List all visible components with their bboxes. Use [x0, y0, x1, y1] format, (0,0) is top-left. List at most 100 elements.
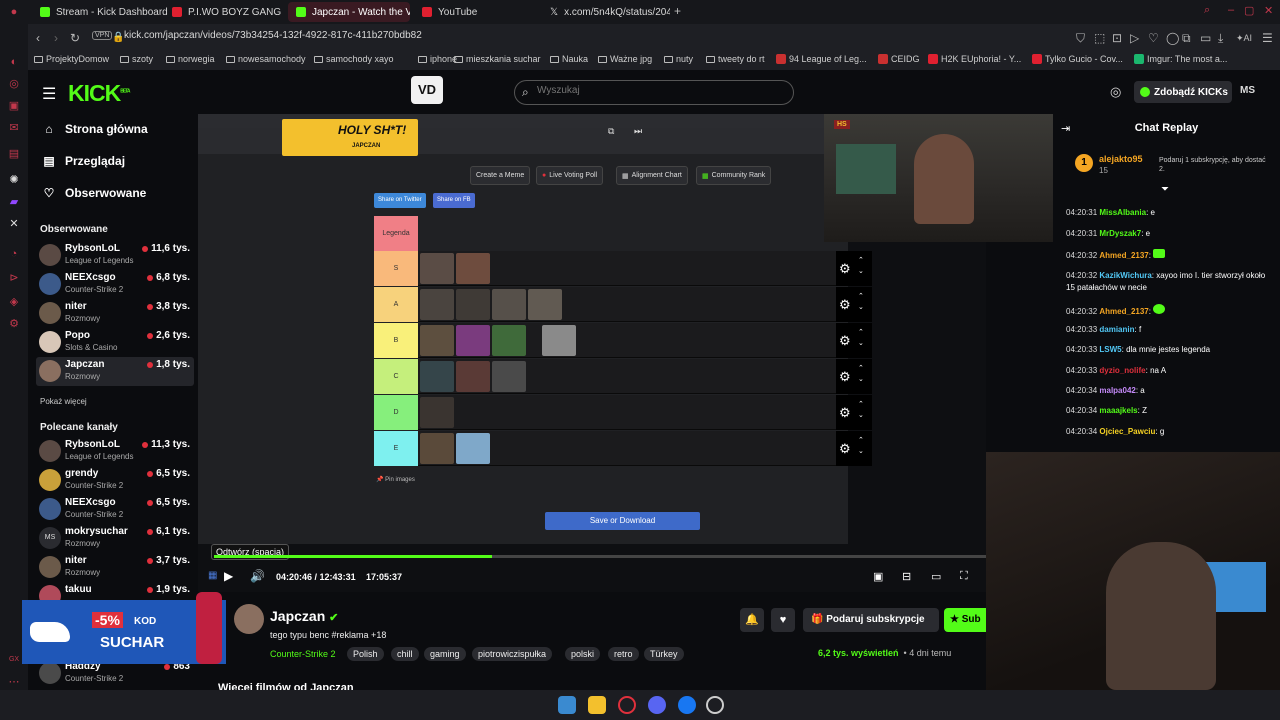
progress-bar[interactable]: [214, 555, 986, 558]
extensions-icon[interactable]: ⧉: [1182, 31, 1191, 46]
maximize-icon[interactable]: ▢: [1244, 4, 1254, 17]
bookmark-icon[interactable]: ⛉: [1076, 31, 1085, 46]
rail-icon[interactable]: ◐: [8, 56, 20, 68]
tier-image[interactable]: [420, 433, 454, 464]
community-rank-button[interactable]: ▦ Community Rank: [696, 166, 772, 185]
settings-icon[interactable]: ⚙: [8, 318, 20, 330]
nav-home[interactable]: ⌂ Strona główna: [43, 122, 147, 136]
streamer-name[interactable]: Japczan ✔: [270, 608, 338, 624]
tier-image[interactable]: [492, 361, 526, 392]
bookmark-item[interactable]: Imgur: The most a...: [1134, 54, 1227, 64]
tier-image[interactable]: [492, 289, 526, 320]
category-link[interactable]: Counter-Strike 2: [270, 649, 336, 659]
more-icon[interactable]: ⋯: [8, 676, 20, 688]
wallet-icon[interactable]: ▭: [1200, 31, 1211, 45]
hamburger-menu-icon[interactable]: ☰: [42, 84, 56, 104]
create-meme-button[interactable]: Create a Meme: [470, 166, 531, 185]
tag[interactable]: piotrowiczispułka: [472, 647, 553, 661]
rail-icon[interactable]: ▣: [8, 100, 20, 112]
sponsor-ad[interactable]: -5% KOD SUCHAR: [22, 592, 226, 664]
tier-image[interactable]: [456, 433, 490, 464]
share-fb-button[interactable]: Share on FB: [433, 193, 475, 208]
bookmark-item[interactable]: nuty: [664, 54, 693, 64]
new-tab-icon[interactable]: +: [674, 4, 681, 18]
tab-youtube-gang[interactable]: P.I.WO BOYZ GANG - SZO: [164, 2, 284, 22]
tier-image[interactable]: [456, 289, 490, 320]
reorder-arrows-icon[interactable]: ⌃ ⌄: [858, 363, 864, 385]
followed-channel[interactable]: NEEXcsgo Counter-Strike 2 6,8 tys.: [36, 270, 194, 299]
followed-channel[interactable]: niter Rozmowy 3,8 tys.: [36, 299, 194, 328]
vpn-badge[interactable]: VPN: [92, 31, 113, 40]
rail-icon[interactable]: ◈: [8, 296, 20, 308]
bookmark-item[interactable]: ProjektyDomow: [34, 54, 109, 64]
tier-image[interactable]: [420, 361, 454, 392]
rail-icon[interactable]: ▤: [8, 148, 20, 160]
sync-icon[interactable]: ◎: [1110, 84, 1121, 100]
live-voting-poll-button[interactable]: ● Live Voting Poll: [536, 166, 604, 185]
app-icon[interactable]: [706, 696, 724, 714]
bookmark-item[interactable]: szoty: [120, 54, 153, 64]
reload-icon[interactable]: ↻: [70, 31, 80, 45]
gear-icon[interactable]: ⚙: [839, 405, 851, 421]
followed-channel-active[interactable]: Japczan Rozmowy 1,8 tys.: [36, 357, 194, 386]
recommended-channel[interactable]: MS mokrysuchar Rozmowy 6,1 tys.: [36, 524, 194, 553]
forward-icon[interactable]: ›: [54, 31, 58, 45]
subscribe-button[interactable]: ★ Sub: [944, 608, 986, 632]
bookmark-item[interactable]: norwegia: [166, 54, 215, 64]
follow-heart-icon[interactable]: ♥: [771, 608, 795, 632]
gear-icon[interactable]: ⚙: [839, 369, 851, 385]
tab-youtube[interactable]: YouTube: [414, 2, 534, 22]
tier-image[interactable]: [420, 325, 454, 356]
discord-icon[interactable]: [648, 696, 666, 714]
alignment-chart-button[interactable]: ▦ Alignment Chart: [616, 166, 688, 185]
heart-icon[interactable]: ♡: [1148, 31, 1159, 45]
tier-image[interactable]: [420, 253, 454, 284]
tag[interactable]: polski: [565, 647, 601, 661]
opera-gx-icon[interactable]: [618, 696, 636, 714]
show-more-link[interactable]: Pokaż więcej: [40, 397, 87, 406]
bookmark-item[interactable]: mieszkania suchar: [454, 54, 541, 64]
tier-image[interactable]: [542, 325, 576, 356]
tag[interactable]: chill: [391, 647, 419, 661]
tier-image[interactable]: [492, 325, 526, 356]
followed-channel[interactable]: Popo Slots & Casino 2,6 tys.: [36, 328, 194, 357]
gear-icon[interactable]: ⚙: [839, 261, 851, 277]
gear-icon[interactable]: ⚙: [839, 297, 851, 313]
reorder-arrows-icon[interactable]: ⌃ ⌄: [858, 435, 864, 457]
back-icon[interactable]: ‹: [36, 31, 40, 45]
recommended-channel[interactable]: niter Rozmowy 3,7 tys.: [36, 553, 194, 582]
search-tabs-icon[interactable]: ⌕: [1204, 4, 1210, 17]
bookmark-item[interactable]: tweety do rt: [706, 54, 765, 64]
bookmark-item[interactable]: CEIDG: [878, 54, 920, 64]
popout-icon[interactable]: ⧉: [608, 126, 614, 137]
followed-channel[interactable]: RybsonLoL League of Legends 11,6 tys.: [36, 241, 194, 270]
volume-icon[interactable]: 🔊: [250, 569, 265, 583]
minimize-icon[interactable]: –: [1228, 4, 1234, 16]
bookmark-item[interactable]: iphone: [418, 54, 457, 64]
twitch-icon[interactable]: ▰: [8, 196, 20, 208]
file-explorer-icon[interactable]: [588, 696, 606, 714]
reorder-arrows-icon[interactable]: ⌃ ⌄: [858, 255, 864, 277]
theater-mode-icon[interactable]: ⊟: [902, 570, 911, 583]
rail-icon[interactable]: ◎: [8, 78, 20, 90]
tag[interactable]: Polish: [347, 647, 384, 661]
pin-images-option[interactable]: 📌 Pin images: [376, 476, 415, 483]
search-input[interactable]: [537, 85, 777, 96]
rail-icon[interactable]: ✉: [8, 122, 20, 134]
share-twitter-button[interactable]: Share on Twitter: [374, 193, 426, 208]
rail-icon[interactable]: ⊳: [8, 272, 20, 284]
fullscreen-icon[interactable]: ⛶: [960, 570, 968, 583]
browser-logo-icon[interactable]: ●: [8, 6, 20, 18]
gift-sub-button[interactable]: 🎁 Podaruj subskrypcje: [803, 608, 939, 632]
reorder-arrows-icon[interactable]: ⌃ ⌄: [858, 399, 864, 421]
bookmark-item[interactable]: 94 League of Leg...: [776, 54, 867, 64]
tag[interactable]: retro: [608, 647, 639, 661]
play-icon[interactable]: ▶: [224, 569, 233, 583]
tab-japczan-vod[interactable]: Japczan - Watch the VOD: [288, 2, 410, 22]
tag[interactable]: Türkey: [644, 647, 684, 661]
recommended-channel[interactable]: NEEXcsgo Counter-Strike 2 6,5 tys.: [36, 495, 194, 524]
skip-icon[interactable]: ⏭: [634, 126, 642, 137]
reorder-arrows-icon[interactable]: ⌃ ⌄: [858, 327, 864, 349]
user-avatar[interactable]: MS: [1240, 85, 1255, 96]
save-download-button[interactable]: Save or Download: [545, 512, 700, 530]
